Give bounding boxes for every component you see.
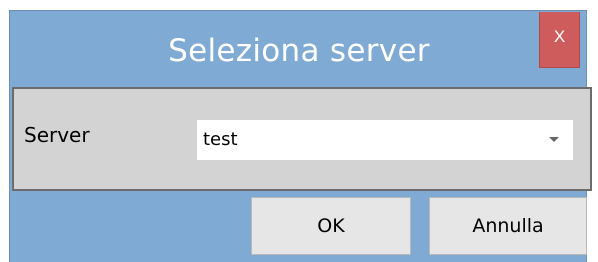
cancel-button[interactable]: Annulla [429, 197, 587, 255]
close-button[interactable]: X [539, 12, 580, 68]
server-label: Server [24, 123, 90, 147]
server-panel: Server test [12, 87, 592, 191]
dialog-title: Seleziona server [168, 33, 430, 69]
chevron-down-icon[interactable] [549, 137, 559, 142]
server-select[interactable]: test [197, 120, 573, 160]
ok-button[interactable]: OK [251, 197, 411, 255]
close-icon: X [553, 27, 566, 46]
server-select-value: test [203, 129, 238, 150]
